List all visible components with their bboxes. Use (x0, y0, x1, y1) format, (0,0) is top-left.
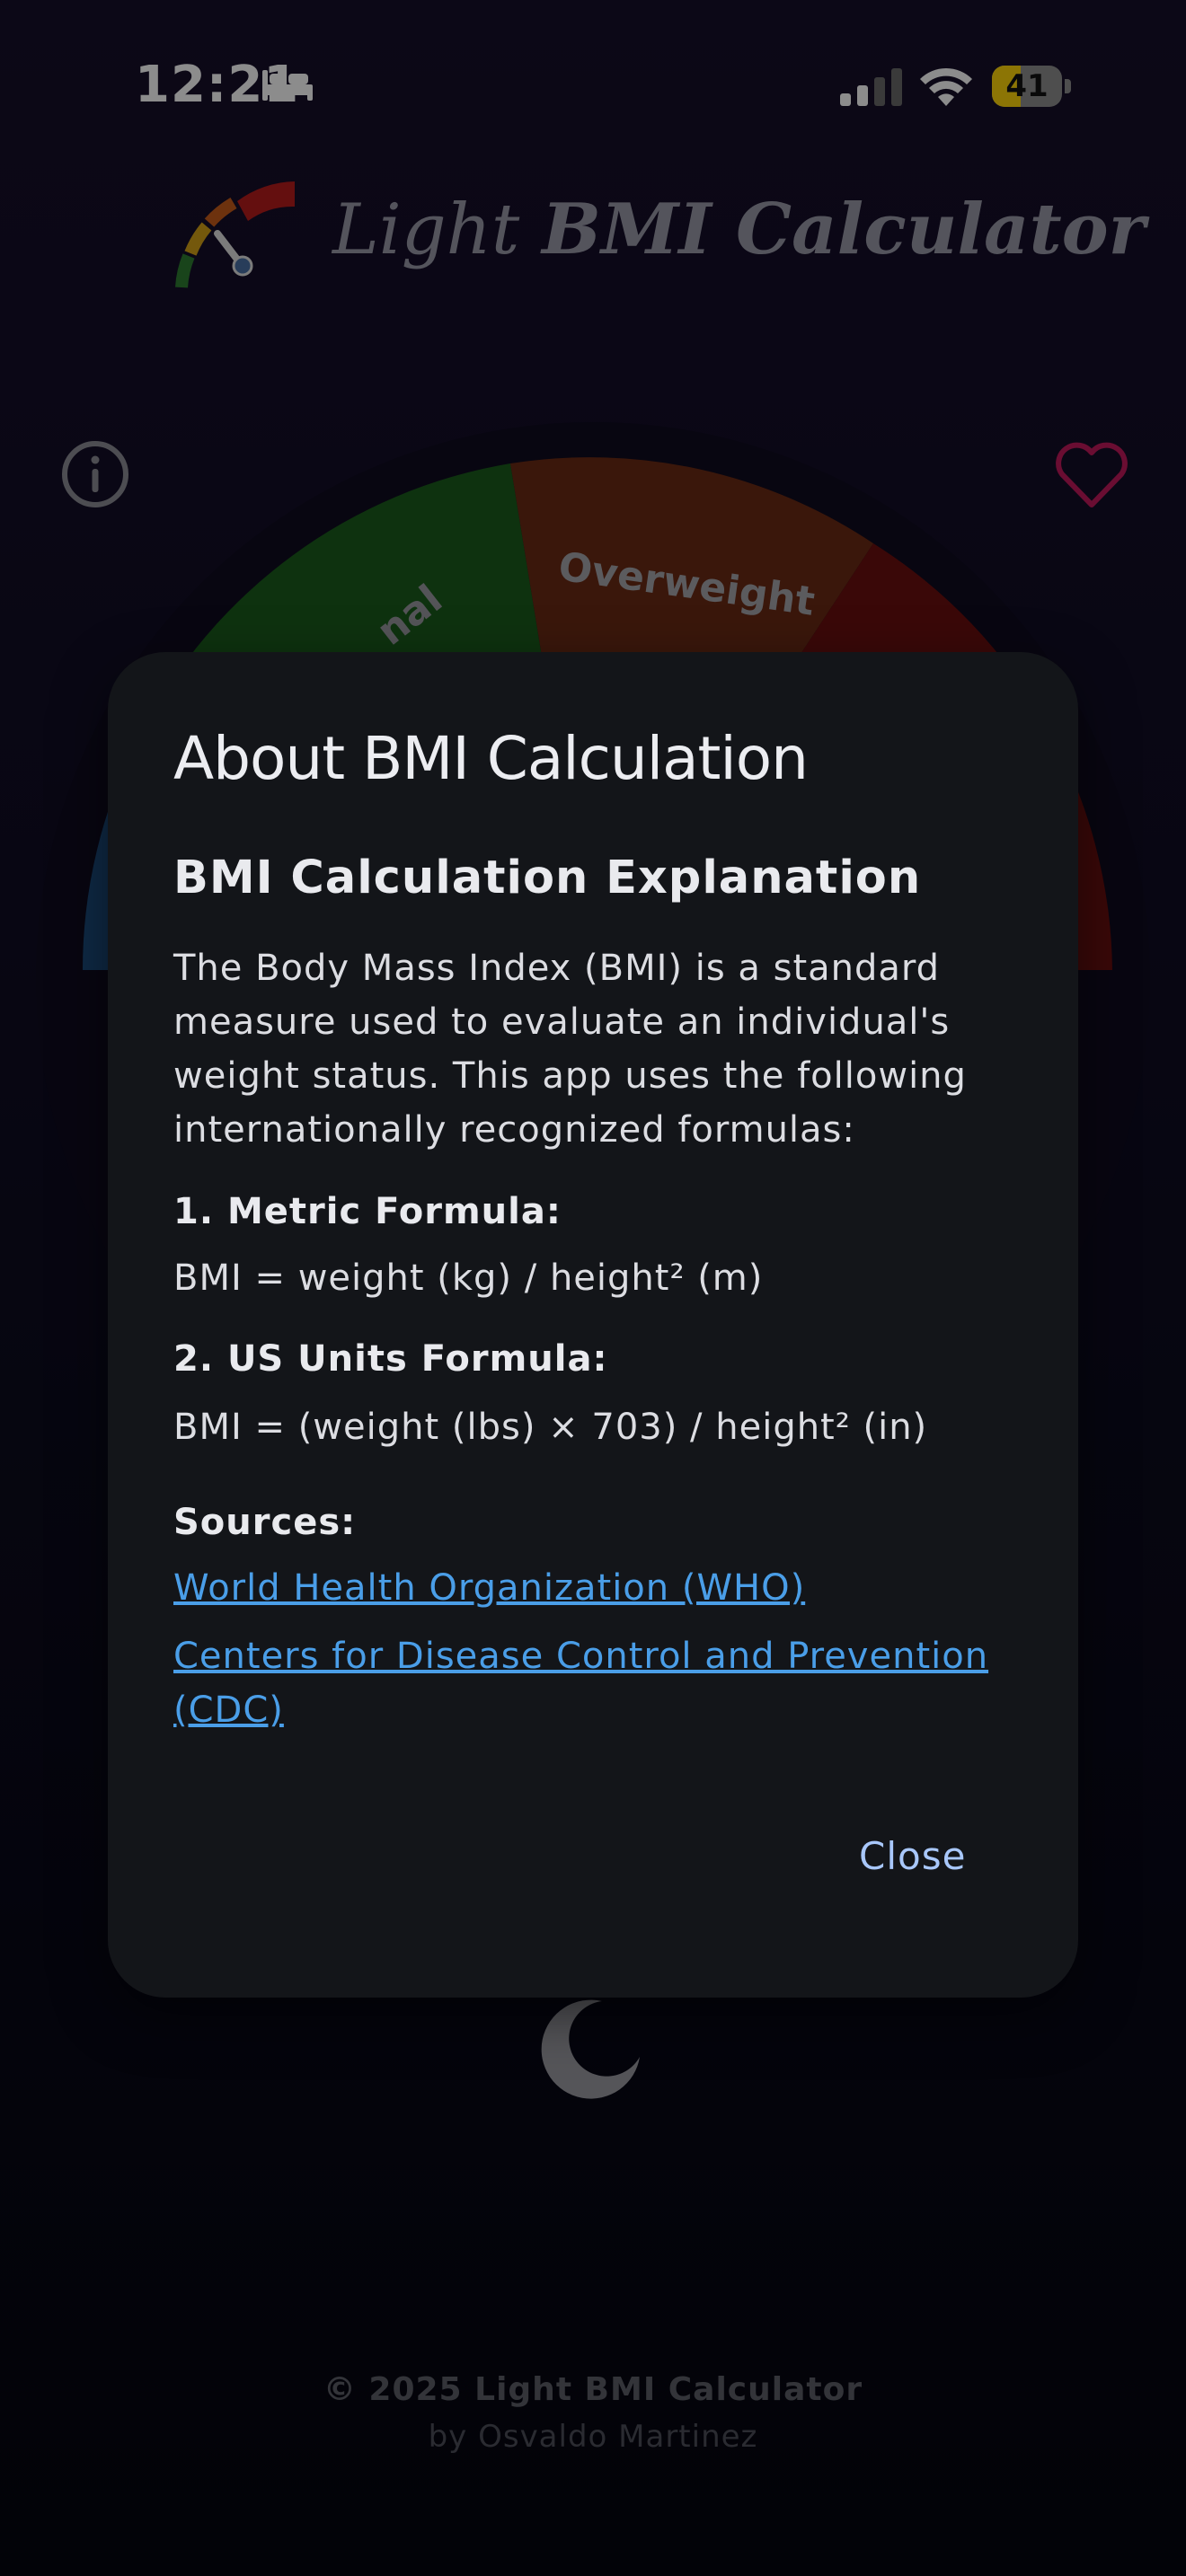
intro-text: The Body Mass Index (BMI) is a standard … (173, 948, 967, 1151)
about-dialog: About BMI Calculation BMI Calculation Ex… (108, 652, 1078, 1998)
metric-formula: BMI = weight (kg) / height² (m) (173, 1257, 764, 1299)
sources-heading: Sources: (173, 1502, 357, 1543)
metric-formula-heading: 1. Metric Formula: (173, 1191, 562, 1232)
section-heading: BMI Calculation Explanation (173, 851, 922, 904)
us-formula: BMI = (weight (lbs) × 703) / height² (in… (173, 1407, 928, 1448)
us-formula-heading: 2. US Units Formula: (173, 1338, 608, 1380)
source-link-cdc[interactable]: Centers for Disease Control and Preventi… (173, 1629, 1009, 1737)
dialog-title: About BMI Calculation (173, 724, 809, 793)
close-button[interactable]: Close (859, 1834, 966, 1878)
source-link-who[interactable]: World Health Organization (WHO) (173, 1561, 1009, 1615)
